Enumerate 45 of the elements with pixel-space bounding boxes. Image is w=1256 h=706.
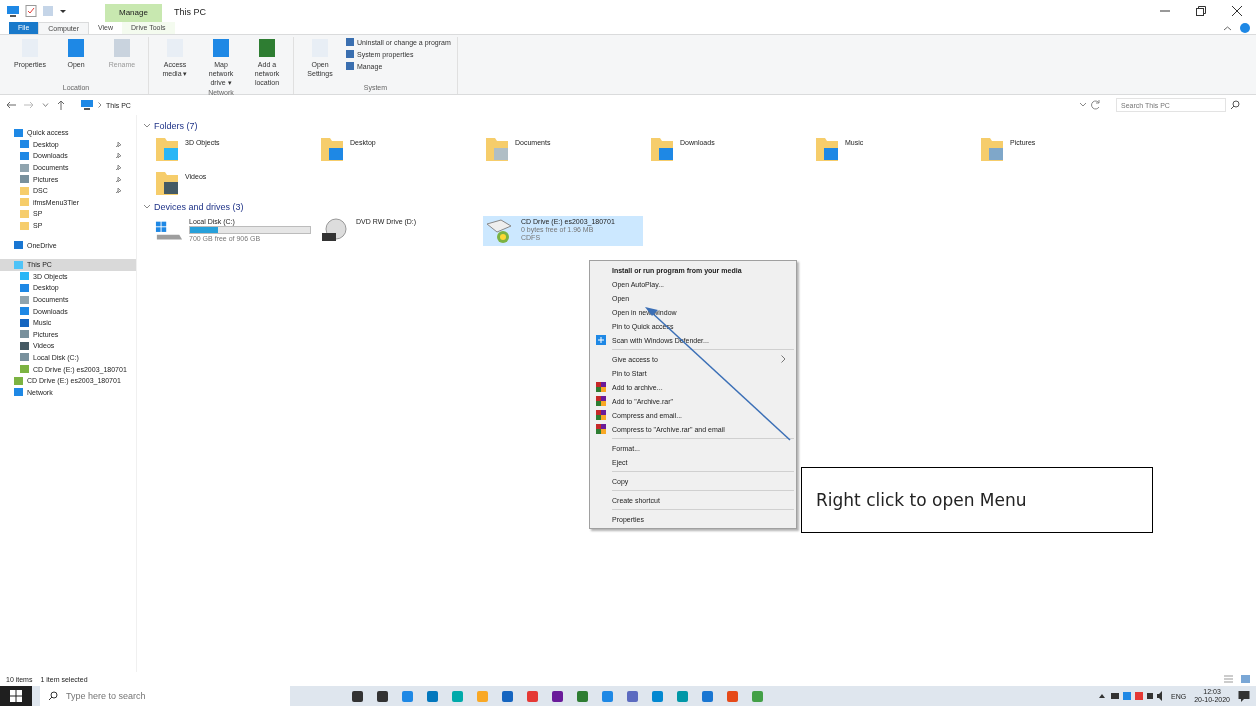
tiles-view-icon[interactable] (1241, 675, 1250, 683)
close-icon[interactable] (1232, 6, 1242, 16)
forward-icon[interactable] (24, 101, 34, 109)
pin-icon[interactable] (115, 152, 122, 160)
pin-icon[interactable] (115, 164, 122, 172)
taskbar-app-icon[interactable] (502, 690, 513, 702)
refresh-icon[interactable] (1091, 100, 1101, 110)
section-header[interactable]: Devices and drives (3) (143, 200, 1256, 214)
taskbar-app-icon[interactable] (352, 690, 363, 702)
chevron-icon[interactable] (98, 102, 102, 108)
taskbar-app-icon[interactable] (377, 690, 388, 702)
search-icon[interactable] (1230, 100, 1240, 110)
folder-icon[interactable] (320, 136, 344, 162)
section-header[interactable]: Folders (7) (143, 119, 1256, 133)
windows-start-icon[interactable] (0, 686, 32, 706)
callout-box: Right click to open Menu (801, 467, 1153, 533)
archive-icon (596, 424, 606, 434)
search-icon[interactable] (48, 691, 58, 701)
computer-icon[interactable] (6, 5, 20, 17)
folder-icon (14, 241, 23, 250)
archive-icon (596, 382, 606, 392)
chevron-icon[interactable] (143, 123, 151, 129)
properties-icon[interactable] (25, 5, 37, 17)
chevron-icon[interactable] (143, 204, 151, 210)
window-title: This PC (173, 6, 206, 19)
shield-icon (596, 335, 606, 345)
up-icon[interactable] (57, 100, 65, 110)
pin-icon[interactable] (115, 140, 122, 148)
folder-icon[interactable] (155, 170, 179, 196)
notification-icon[interactable] (1238, 690, 1250, 702)
folder-icon[interactable] (815, 136, 839, 162)
pin-icon[interactable] (115, 175, 122, 183)
tray-icons[interactable] (1099, 691, 1163, 701)
taskbar-app-icon[interactable] (552, 690, 563, 702)
computer-icon (80, 100, 94, 110)
manage-tab[interactable]: Manage (105, 4, 162, 22)
restore-icon[interactable] (1196, 6, 1206, 16)
pin-icon[interactable] (115, 187, 122, 195)
folder-icon[interactable] (650, 136, 674, 162)
dvd-drive-icon (320, 218, 350, 244)
help-icon[interactable] (1240, 23, 1250, 33)
collapse-icon[interactable] (1223, 23, 1232, 33)
archive-icon (596, 396, 606, 406)
archive-icon (596, 410, 606, 420)
back-icon[interactable] (6, 101, 16, 109)
